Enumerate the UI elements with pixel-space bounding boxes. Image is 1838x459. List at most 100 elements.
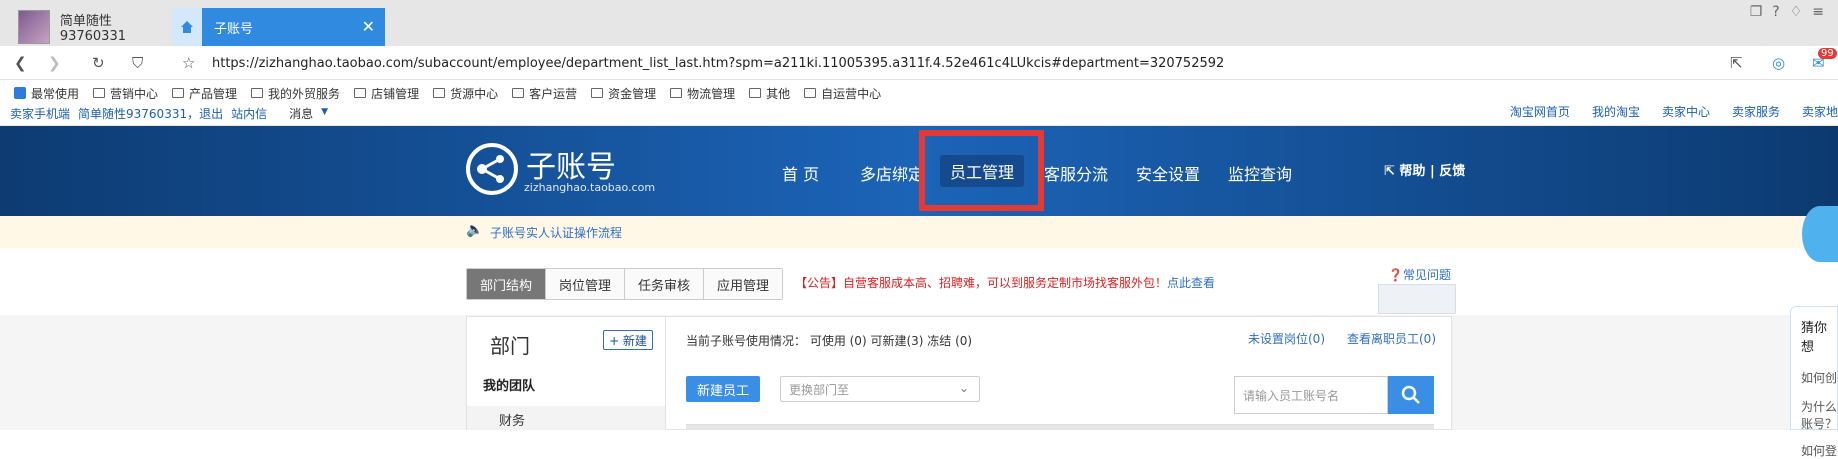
widget-title: 猜你想 — [1801, 321, 1828, 355]
widget-item[interactable]: 账号？ — [1791, 415, 1837, 432]
help-icon[interactable]: ? — [1772, 4, 1779, 20]
folder-icon — [172, 88, 185, 98]
announcement-link[interactable]: 点此查看 — [1167, 276, 1215, 290]
logo-title: 子账号 — [526, 150, 616, 185]
share-icon[interactable]: ⇱ — [1730, 54, 1743, 72]
bookmark-item[interactable]: 我的外贸服务 — [251, 85, 340, 102]
bookmark-item[interactable]: 客户运营 — [512, 85, 577, 102]
browser-tab-active[interactable]: 子账号 ✕ — [202, 8, 385, 46]
change-department-select[interactable]: 更换部门至 ⌄ — [780, 376, 980, 402]
bookmark-icon — [14, 87, 26, 99]
folder-icon — [354, 88, 367, 98]
new-department-button[interactable]: + 新建 — [603, 330, 653, 350]
bookmark-item[interactable]: 自运营中心 — [804, 85, 881, 102]
seller-service-link[interactable]: 卖家服务 — [1732, 103, 1780, 120]
my-team-item[interactable]: 我的团队 — [483, 375, 535, 394]
window-controls: ❐ ? ♢ ≡ — [1750, 4, 1824, 20]
speaker-icon: 🔈 — [466, 222, 484, 238]
browser-tab-profile[interactable]: 简单随性93760331 — [10, 8, 170, 46]
site-header: 子账号 zizhanghao.taobao.com 首 页 多店绑定 员工管理 … — [0, 126, 1838, 216]
nav-multistore[interactable]: 多店绑定 — [860, 161, 924, 185]
widget-item[interactable]: 为什么 — [1791, 398, 1837, 415]
url-field[interactable]: https://zizhanghao.taobao.com/subaccount… — [212, 56, 1224, 71]
close-icon[interactable]: ✕ — [362, 17, 375, 36]
seller-more-link[interactable]: 卖家地 — [1802, 103, 1838, 120]
folder-icon — [749, 88, 762, 98]
address-bar: ❮ ❯ ↻ ⛉ ☆ https://zizhanghao.taobao.com/… — [0, 46, 1838, 80]
nav-home[interactable]: 首 页 — [782, 161, 819, 185]
folder-icon — [512, 88, 525, 98]
bookmark-star-icon[interactable]: ☆ — [182, 54, 195, 72]
bookmark-item[interactable]: 营销中心 — [93, 85, 158, 102]
widget-item[interactable]: 如何登 — [1791, 442, 1837, 459]
logo-icon — [466, 143, 518, 195]
tab-position[interactable]: 岗位管理 — [546, 269, 626, 299]
faq-link[interactable]: ❓常见问题 — [1388, 266, 1451, 283]
bookmark-item[interactable]: 最常使用 — [14, 85, 79, 102]
taobao-site-bar: 卖家手机端 简单随性93760331，退出 站内信 消息 ▼ 淘宝网首页 我的淘… — [0, 100, 1838, 126]
skin-icon[interactable]: ♢ — [1790, 4, 1803, 20]
inbox-link[interactable]: 站内信 — [231, 105, 267, 122]
messages-dropdown[interactable]: 消息 — [289, 105, 313, 122]
back-icon[interactable]: ❮ — [14, 54, 27, 72]
tab-app-management[interactable]: 应用管理 — [704, 269, 783, 299]
bookmark-item[interactable]: 店铺管理 — [354, 85, 419, 102]
notice-bar: 🔈 子账号实人认证操作流程 — [0, 216, 1838, 248]
taobao-home-link[interactable]: 淘宝网首页 — [1510, 103, 1570, 120]
new-employee-button[interactable]: 新建员工 — [686, 376, 760, 402]
home-icon[interactable] — [172, 8, 202, 46]
account-usage: 当前子账号使用情况： 可使用 (0) 可新建(3) 冻结 (0) — [686, 334, 973, 348]
employee-search-input[interactable]: 请输入员工账号名 — [1234, 376, 1388, 414]
folder-icon — [93, 88, 106, 98]
avatar — [18, 10, 50, 44]
tab-department[interactable]: 部门结构 — [467, 269, 547, 299]
folder-icon — [433, 88, 446, 98]
guess-widget: 猜你想 如何创 为什么 账号？ 如何登 — [1790, 306, 1838, 458]
nav-customer-service[interactable]: 客服分流 — [1044, 161, 1108, 185]
chevron-down-icon: ⌄ — [958, 381, 969, 395]
tab-label: 子账号 — [214, 21, 254, 37]
my-taobao-link[interactable]: 我的淘宝 — [1592, 103, 1640, 120]
extension-icon[interactable]: ◎ — [1772, 54, 1785, 72]
nav-monitoring[interactable]: 监控查询 — [1228, 161, 1292, 185]
nav-security[interactable]: 安全设置 — [1136, 161, 1200, 185]
seller-mobile-link[interactable]: 卖家手机端 — [10, 105, 70, 122]
notice-link[interactable]: 子账号实人认证操作流程 — [490, 224, 622, 241]
tab-label: 简单随性93760331 — [59, 14, 126, 44]
bookmark-item[interactable]: 资金管理 — [591, 85, 656, 102]
search-button[interactable] — [1388, 376, 1434, 414]
bookmark-item[interactable]: 其他 — [749, 85, 790, 102]
help-feedback-link[interactable]: ⇱ 帮助 | 反馈 — [1384, 160, 1465, 179]
widget-item[interactable]: 如何创 — [1791, 369, 1837, 386]
external-link-icon: ⇱ — [1384, 164, 1400, 179]
folder-icon — [591, 88, 604, 98]
folder-icon — [670, 88, 683, 98]
unassigned-position-link[interactable]: 未设置岗位(0) — [1248, 330, 1325, 347]
sub-tabs: 部门结构 岗位管理 任务审核 应用管理 — [466, 268, 784, 300]
logo-subtitle: zizhanghao.taobao.com — [524, 181, 656, 194]
department-title: 部门 — [490, 334, 530, 358]
bookmark-item[interactable]: 产品管理 — [172, 85, 237, 102]
highlight-box — [919, 130, 1044, 211]
restore-icon[interactable]: ❐ — [1750, 4, 1763, 20]
security-icon[interactable]: ⛉ — [132, 54, 143, 72]
faq-banner-image[interactable] — [1378, 284, 1456, 314]
department-item-finance[interactable]: 财务 — [467, 406, 665, 430]
seller-center-link[interactable]: 卖家中心 — [1662, 103, 1710, 120]
folder-icon — [804, 88, 817, 98]
search-icon — [1401, 385, 1420, 404]
resigned-employees-link[interactable]: 查看离职员工(0) — [1347, 330, 1436, 347]
announcement: 【公告】自营客服成本高、招聘难，可以到服务定制市场找客服外包！点此查看 — [795, 276, 1216, 290]
user-logout-link[interactable]: 简单随性93760331，退出 — [78, 105, 223, 122]
chevron-down-icon: ▼ — [321, 107, 329, 117]
folder-icon — [251, 88, 264, 98]
mail-badge: 99 — [1818, 48, 1837, 59]
menu-icon[interactable]: ≡ — [1812, 4, 1824, 20]
table-header — [686, 424, 1434, 430]
mascot-icon[interactable] — [1802, 206, 1838, 262]
bookmark-item[interactable]: 物流管理 — [670, 85, 735, 102]
forward-icon[interactable]: ❯ — [48, 54, 61, 72]
bookmark-item[interactable]: 货源中心 — [433, 85, 498, 102]
refresh-icon[interactable]: ↻ — [92, 54, 105, 72]
tab-task-review[interactable]: 任务审核 — [625, 269, 705, 299]
